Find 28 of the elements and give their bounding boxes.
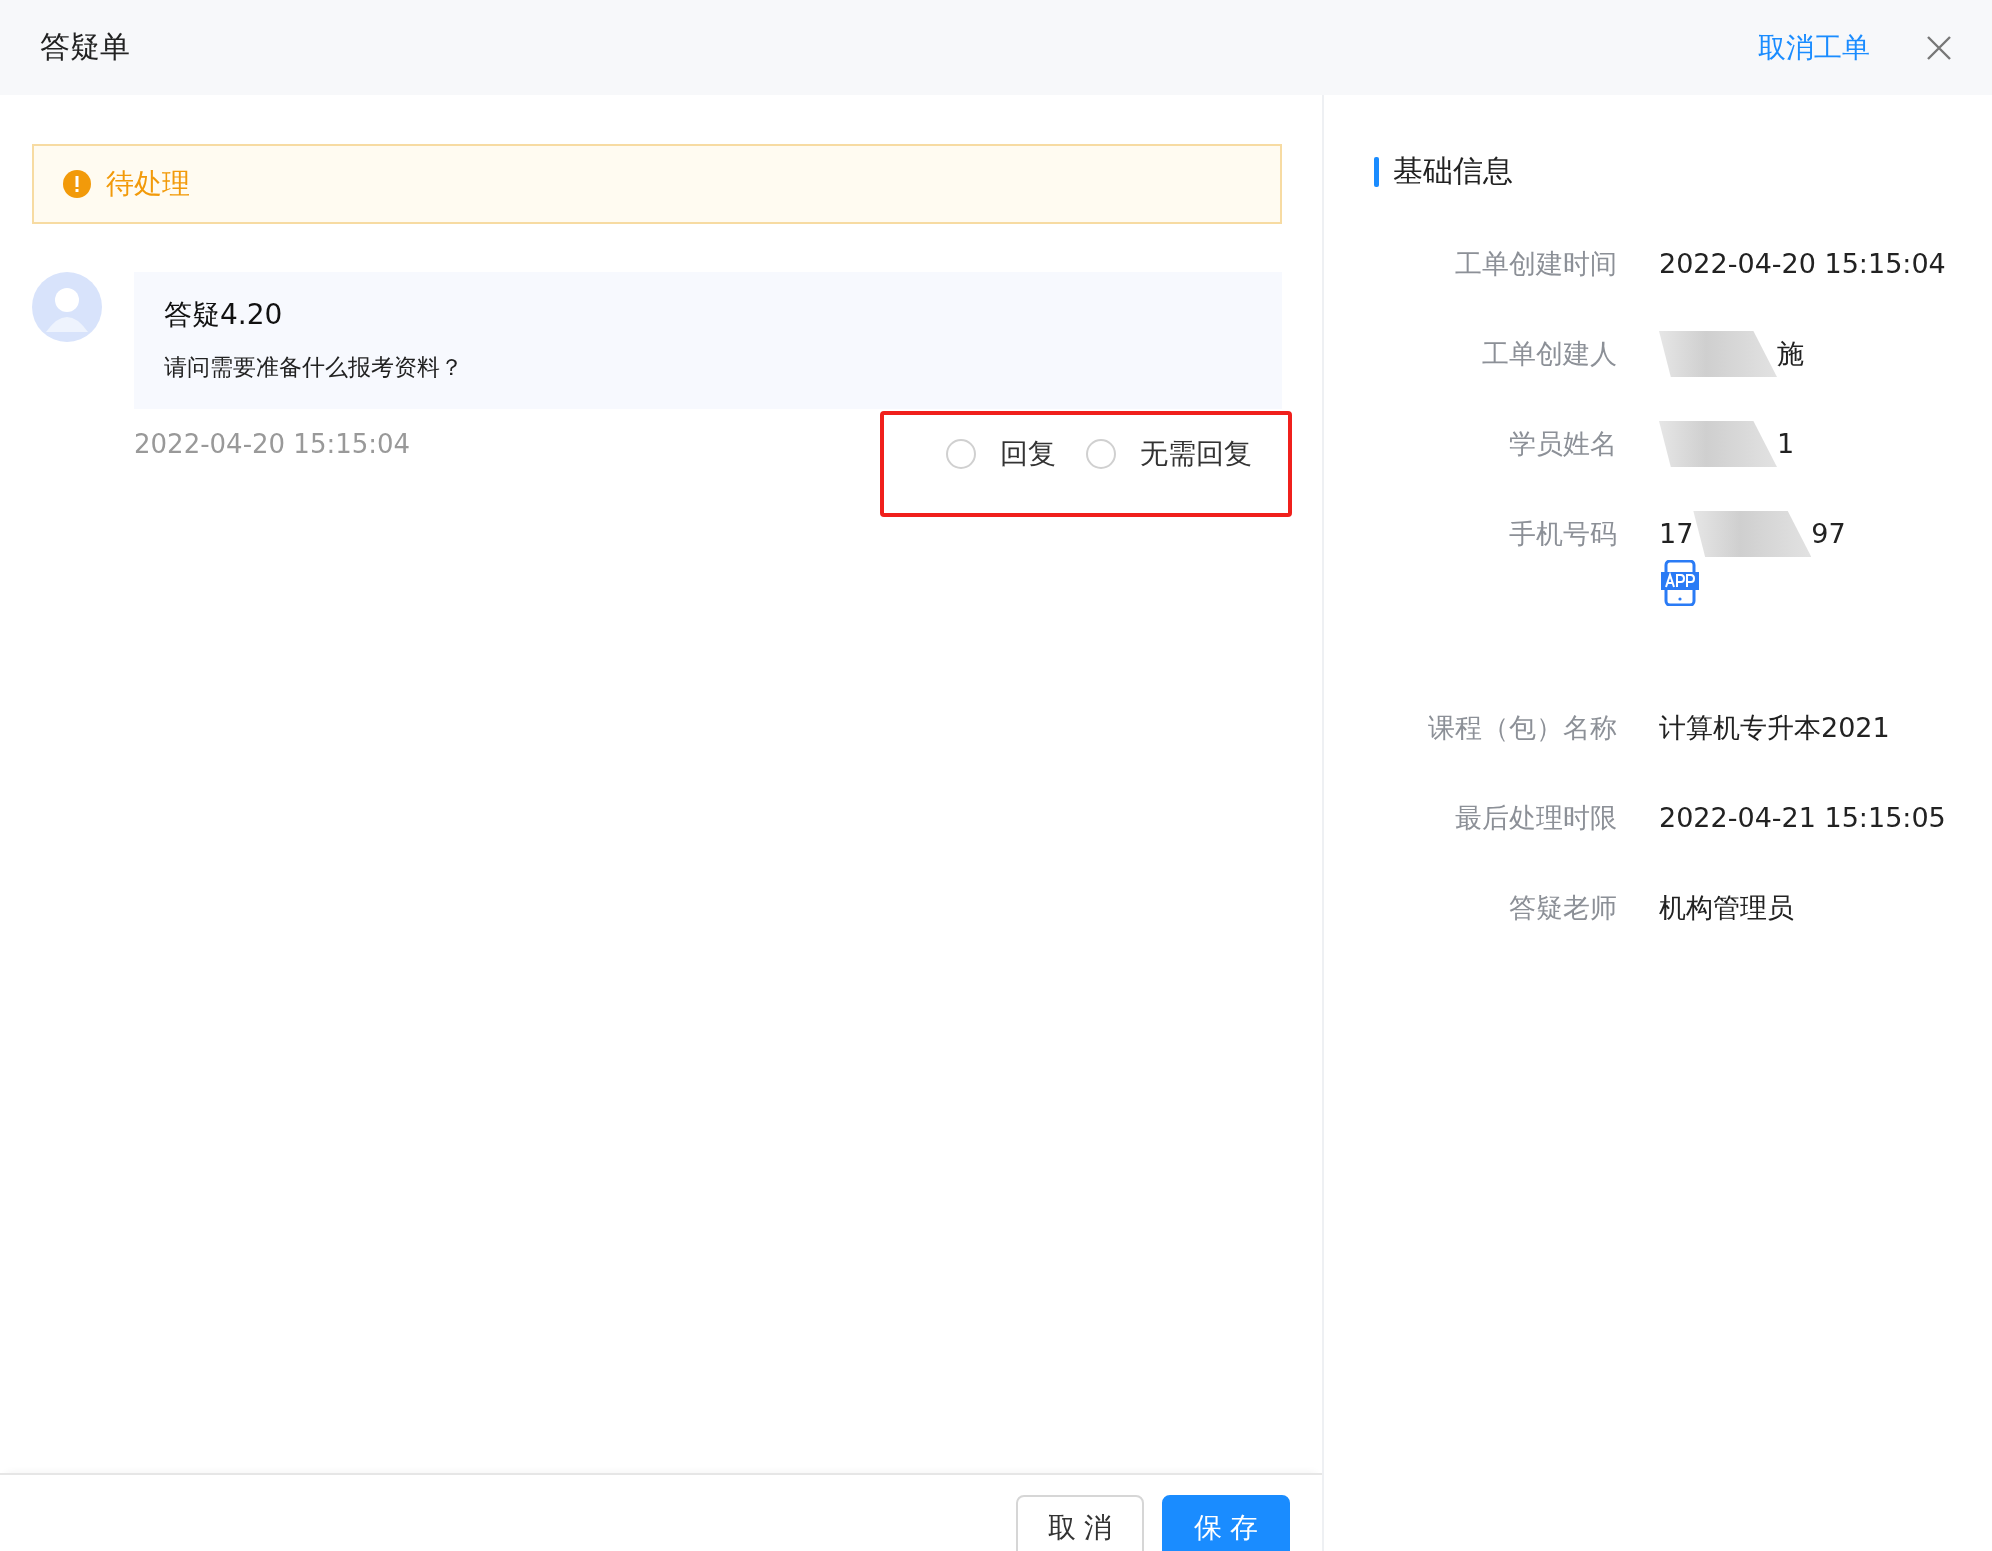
field-value: 机构管理员: [1659, 892, 1794, 923]
message-time: 2022-04-20 15:15:04: [134, 429, 411, 459]
field-label: 学员姓名: [1508, 427, 1617, 461]
close-icon[interactable]: [1926, 34, 1952, 61]
field-value: 97: [1811, 517, 1846, 551]
field-value: 施: [1777, 337, 1804, 371]
field-label: 手机号码: [1508, 517, 1617, 551]
field-label: 课程（包）名称: [1427, 711, 1617, 745]
field-value: 1: [1777, 427, 1795, 461]
field-value: 计算机专升本2021: [1659, 712, 1890, 743]
section-title: 基础信息: [1393, 152, 1513, 190]
message-text: 请问需要准备什么报考资料？: [164, 353, 464, 382]
field-value: 2022-04-20 15:15:04: [1659, 248, 1946, 279]
field-value: 2022-04-21 15:15:05: [1659, 802, 1946, 833]
field-label: 工单创建时间: [1454, 247, 1617, 281]
field-label: 最后处理时限: [1454, 801, 1617, 835]
reply-option[interactable]: 回复: [946, 435, 1056, 473]
status-text: 待处理: [106, 166, 190, 202]
field-label: 答疑老师: [1508, 891, 1617, 925]
cancel-button[interactable]: 取 消: [1016, 1495, 1144, 1551]
field-label: 工单创建人: [1481, 337, 1617, 371]
warning-icon: [62, 169, 92, 199]
field-value: 17: [1659, 517, 1694, 551]
avatar-icon: [32, 272, 102, 342]
message-title: 答疑4.20: [164, 297, 284, 333]
section-marker: [1374, 156, 1379, 187]
reply-option[interactable]: 无需回复: [1086, 435, 1252, 473]
window-title: 答疑单: [40, 28, 131, 66]
